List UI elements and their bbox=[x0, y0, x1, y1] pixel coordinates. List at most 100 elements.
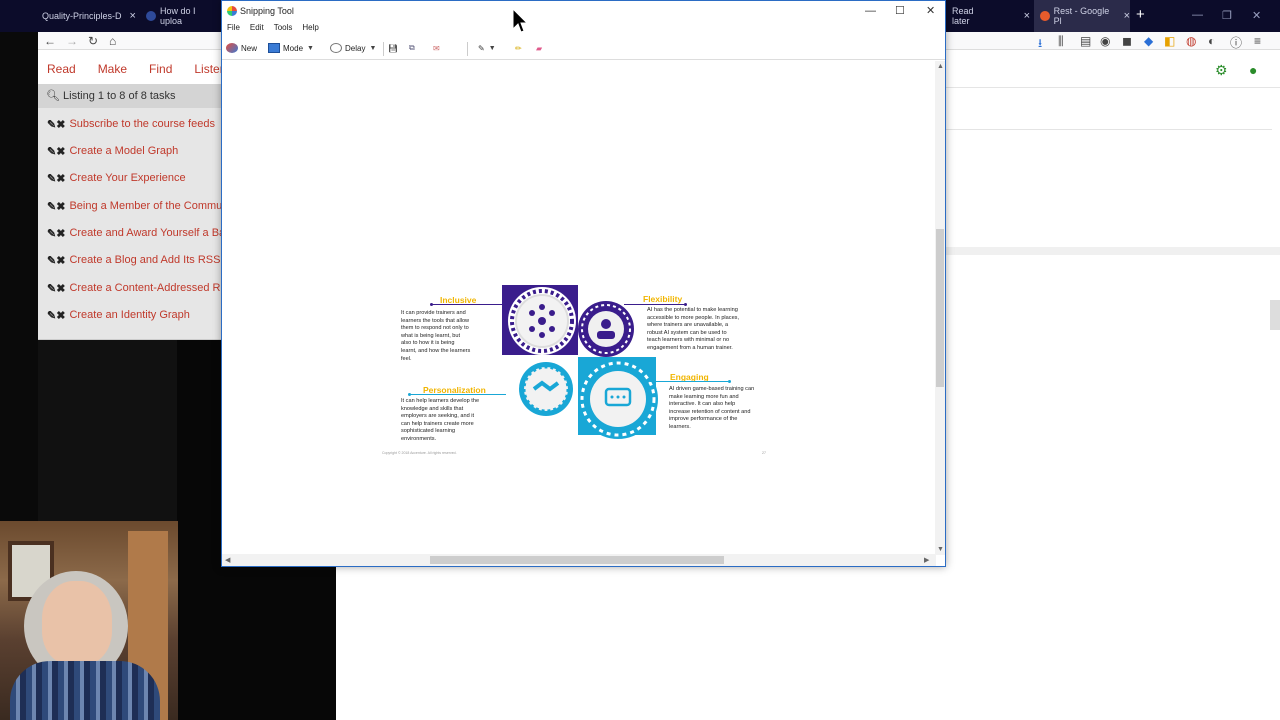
scrollbar-thumb[interactable] bbox=[1270, 300, 1280, 330]
forward-icon[interactable]: → bbox=[66, 34, 78, 48]
reload-icon[interactable]: ↻ bbox=[88, 34, 98, 48]
task-item[interactable]: ✎✖ Create and Award Yourself a Badge bbox=[47, 224, 222, 242]
chevron-down-icon[interactable]: ▼ bbox=[369, 45, 376, 52]
menu-make[interactable]: Make bbox=[87, 56, 138, 82]
close-icon[interactable]: ✕ bbox=[926, 1, 935, 21]
library-icon[interactable]: ⫼ bbox=[1058, 34, 1064, 49]
task-label[interactable]: Being a Member of the Community bbox=[69, 200, 222, 212]
listing-header: 🔍︎ Listing 1 to 8 of 8 tasks bbox=[38, 84, 222, 108]
highlighter-icon[interactable]: ✏ bbox=[515, 41, 522, 55]
close-icon[interactable]: × bbox=[1024, 10, 1030, 22]
chevron-down-icon[interactable]: ▼ bbox=[489, 45, 496, 52]
tab-label: How do I uploa bbox=[160, 6, 196, 26]
back-icon[interactable]: ← bbox=[44, 34, 56, 48]
edit-delete-icon[interactable]: ✎✖ bbox=[47, 254, 65, 267]
flexibility-gear-icon bbox=[578, 301, 634, 357]
mode-button[interactable]: Mode ▼ bbox=[268, 41, 314, 55]
text-line: robust AI system can be used to bbox=[647, 329, 727, 336]
text-line: make learning more fun and bbox=[669, 393, 739, 400]
edit-delete-icon[interactable]: ✎✖ bbox=[47, 309, 65, 322]
extension-icon[interactable]: ◐ bbox=[1208, 34, 1215, 48]
extension-icon[interactable]: ◉ bbox=[1100, 34, 1110, 48]
text-line: improve performance of the bbox=[669, 416, 738, 423]
task-label[interactable]: Create a Content-Addressed Resource bbox=[69, 282, 222, 294]
edit-delete-icon[interactable]: ✎✖ bbox=[47, 172, 65, 185]
minimize-icon[interactable]: — bbox=[1192, 9, 1203, 21]
task-item[interactable]: ✎✖ Create Your Experience bbox=[47, 169, 222, 187]
browser-tab-3[interactable]: Read later × bbox=[946, 0, 1030, 32]
sidebar-icon[interactable]: ▤ bbox=[1080, 34, 1091, 48]
edit-delete-icon[interactable]: ✎✖ bbox=[47, 118, 65, 131]
menu-find[interactable]: Find bbox=[138, 56, 183, 82]
task-item[interactable]: ✎✖ Create a Model Graph bbox=[47, 142, 222, 160]
send-snip-icon[interactable]: ✉ bbox=[433, 41, 440, 55]
tab-label: Rest - Google Pl bbox=[1053, 6, 1110, 26]
text-line: knowledge and skills that bbox=[401, 405, 464, 412]
close-window-icon[interactable]: ✕ bbox=[1252, 9, 1261, 22]
scroll-down-icon[interactable]: ▼ bbox=[937, 546, 944, 553]
divider bbox=[946, 129, 1272, 130]
task-item[interactable]: ✎✖ Create an Identity Graph bbox=[47, 306, 222, 324]
new-tab-button[interactable]: + bbox=[1136, 6, 1145, 23]
task-label[interactable]: Create and Award Yourself a Badge bbox=[69, 227, 222, 239]
extension-icon[interactable]: ◍ bbox=[1186, 34, 1196, 48]
minimize-icon[interactable]: — bbox=[865, 1, 876, 21]
task-label[interactable]: Create a Model Graph bbox=[69, 145, 178, 157]
task-label[interactable]: Create a Blog and Add Its RSS bbox=[69, 254, 220, 266]
task-item[interactable]: ✎✖ Create a Blog and Add Its RSS bbox=[47, 251, 222, 269]
menu-edit[interactable]: Edit bbox=[245, 21, 269, 35]
scrollbar-thumb[interactable] bbox=[430, 556, 724, 564]
snipping-tool-icon bbox=[227, 6, 237, 16]
task-label[interactable]: Create an Identity Graph bbox=[69, 309, 189, 321]
scroll-left-icon[interactable]: ◀ bbox=[225, 556, 230, 564]
scrollbar-thumb[interactable] bbox=[936, 229, 944, 387]
maximize-icon[interactable]: ☐ bbox=[895, 1, 905, 21]
edit-delete-icon[interactable]: ✎✖ bbox=[47, 282, 65, 295]
task-label[interactable]: Create Your Experience bbox=[69, 172, 185, 184]
text-line: them to respond not only to bbox=[401, 325, 469, 332]
home-icon[interactable]: ⌂ bbox=[109, 34, 116, 48]
settings-icon[interactable]: ⚙ bbox=[1215, 62, 1228, 79]
menu-file[interactable]: File bbox=[222, 21, 245, 35]
window-title-bar[interactable]: Snipping Tool bbox=[222, 1, 945, 21]
menu-tools[interactable]: Tools bbox=[269, 21, 298, 35]
user-icon[interactable]: ● bbox=[1249, 62, 1257, 78]
extension-icon[interactable]: ◆ bbox=[1144, 34, 1153, 48]
scroll-up-icon[interactable]: ▲ bbox=[937, 63, 944, 70]
task-item[interactable]: ✎✖ Create a Content-Addressed Resource bbox=[47, 279, 222, 297]
task-label[interactable]: Subscribe to the course feeds bbox=[69, 118, 215, 130]
favicon-icon bbox=[146, 11, 156, 21]
delay-button[interactable]: Delay ▼ bbox=[330, 41, 376, 55]
pen-icon[interactable]: ✎ ▼ bbox=[478, 41, 496, 55]
edit-delete-icon[interactable]: ✎✖ bbox=[47, 200, 65, 213]
copy-icon[interactable]: ⧉ bbox=[409, 41, 415, 55]
horizontal-scrollbar[interactable]: ◀ ▶ bbox=[222, 554, 936, 566]
browser-tab-4[interactable]: Rest - Google Pl × bbox=[1034, 0, 1130, 32]
task-item[interactable]: ✎✖ Being a Member of the Community bbox=[47, 197, 222, 215]
personalization-text: It can help learners develop the knowled… bbox=[401, 398, 511, 444]
scroll-right-icon[interactable]: ▶ bbox=[924, 556, 929, 564]
eraser-icon[interactable]: ▰ bbox=[536, 41, 542, 55]
browser-tab-2[interactable]: How do I uploa bbox=[140, 0, 220, 32]
close-icon[interactable]: × bbox=[1124, 10, 1130, 22]
extension-icon[interactable]: ◼ bbox=[1122, 34, 1132, 48]
vertical-scrollbar[interactable]: ▲ ▼ bbox=[935, 61, 945, 555]
task-item[interactable]: ✎✖ Subscribe to the course feeds bbox=[47, 115, 222, 133]
text-line: sophisticated learning bbox=[401, 428, 456, 435]
extension-icon[interactable]: ◧ bbox=[1164, 34, 1175, 48]
restore-icon[interactable]: ❐ bbox=[1222, 9, 1232, 22]
search-icon: 🔍︎ bbox=[46, 90, 60, 102]
edit-delete-icon[interactable]: ✎✖ bbox=[47, 227, 65, 240]
chevron-down-icon[interactable]: ▼ bbox=[307, 45, 314, 52]
save-icon[interactable]: 💾︎ bbox=[388, 41, 398, 55]
menu-icon[interactable]: ≡ bbox=[1254, 34, 1261, 48]
info-icon[interactable]: ⓘ bbox=[1230, 34, 1242, 51]
edit-delete-icon[interactable]: ✎✖ bbox=[47, 145, 65, 158]
new-button[interactable]: New bbox=[226, 41, 257, 55]
browser-tab-1[interactable]: Quality-Principles-D × bbox=[36, 0, 136, 32]
text-line: employers are seeking, and it bbox=[401, 413, 475, 420]
snipping-tool-window: Snipping Tool — ☐ ✕ File Edit Tools Help… bbox=[221, 0, 946, 567]
text-line: learners the tools that allow bbox=[401, 317, 470, 324]
menu-help[interactable]: Help bbox=[297, 21, 323, 35]
close-icon[interactable]: × bbox=[130, 10, 136, 22]
